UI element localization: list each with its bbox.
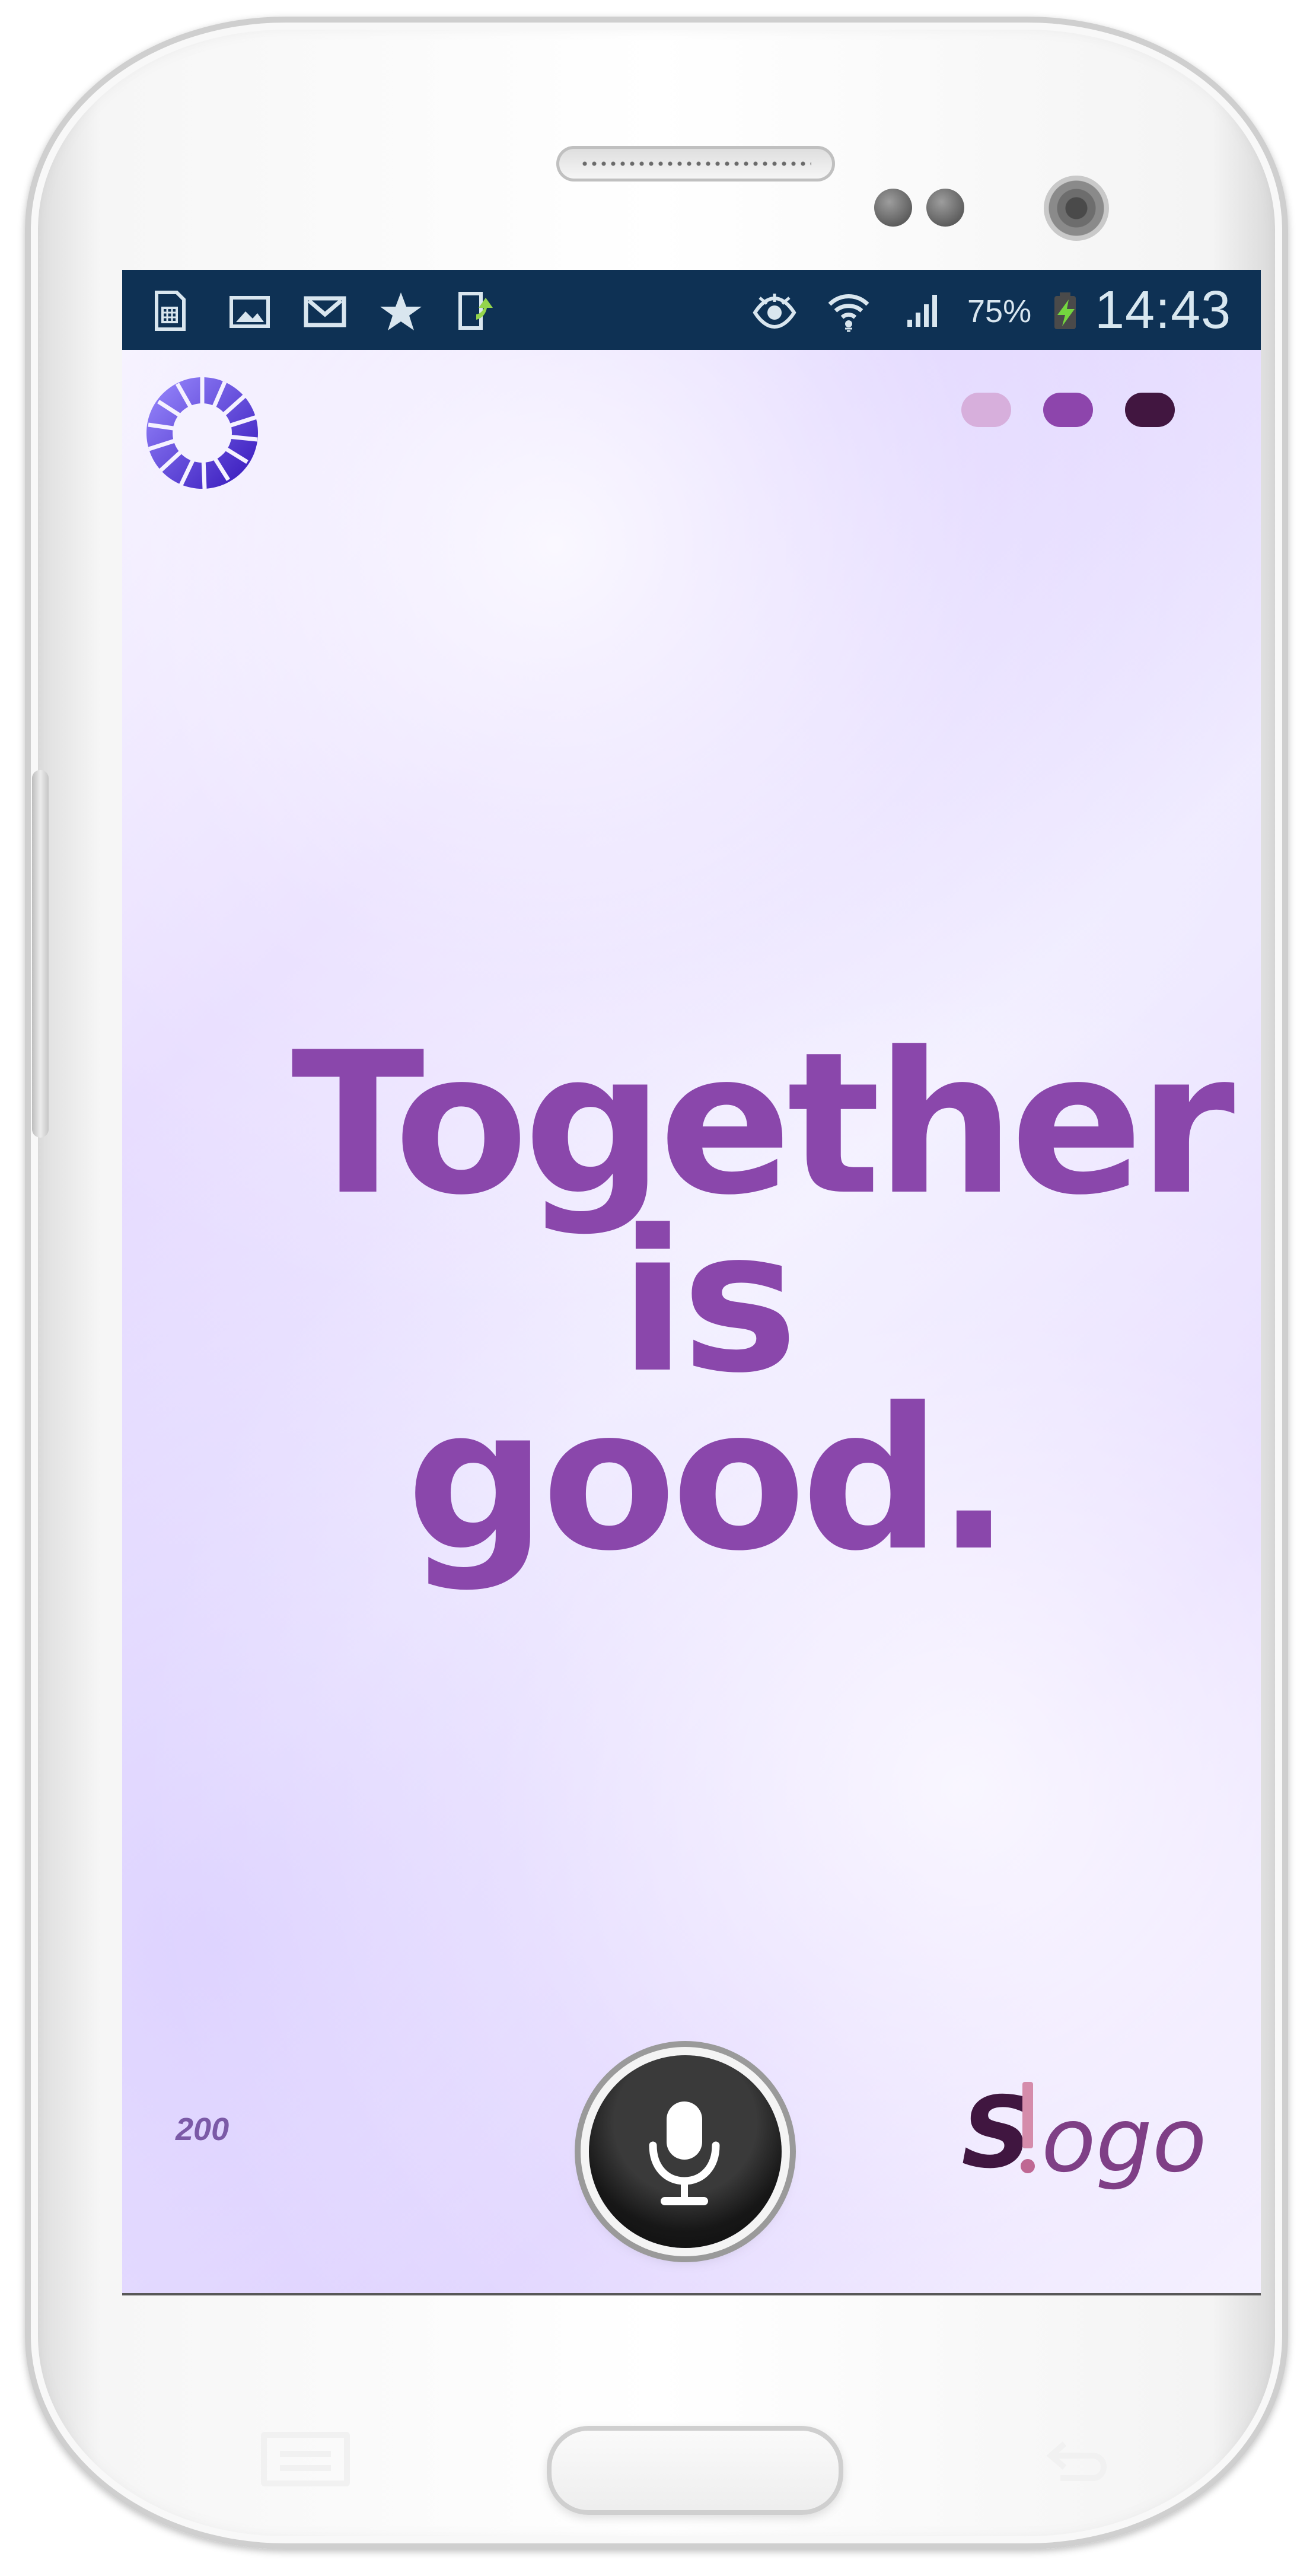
headline: Together is good. [291, 1010, 1235, 1594]
back-icon[interactable] [1044, 2438, 1109, 2485]
page-dot-dark[interactable] [1125, 393, 1175, 427]
page-indicator [961, 393, 1196, 429]
count-label: 200 [176, 2112, 230, 2147]
eye-icon [751, 288, 798, 335]
page-dot-medium[interactable] [1043, 393, 1093, 427]
wifi-icon [825, 288, 872, 335]
star-icon [377, 288, 425, 335]
hardware-navigation [25, 2295, 1288, 2549]
microphone-button[interactable] [589, 2055, 782, 2248]
page-dot-light[interactable] [961, 393, 1011, 427]
microphone-icon [649, 2101, 720, 2205]
brand-exclamation-icon [1018, 2082, 1038, 2177]
phone-frame: 75% 14:43 Together is good. 200 S ogo [25, 17, 1288, 2549]
status-time: 14:43 [1095, 281, 1232, 340]
home-button[interactable] [547, 2426, 843, 2515]
brand-exclamation-dot [1021, 2159, 1035, 2173]
speaker-grille [556, 146, 835, 182]
app-logo-icon[interactable] [140, 371, 264, 495]
phone-screen: 75% 14:43 Together is good. 200 S ogo [122, 270, 1261, 2295]
sim-card-icon [146, 288, 193, 335]
charging-icon [1041, 288, 1089, 335]
status-bar: 75% 14:43 [122, 270, 1261, 350]
side-button [32, 770, 49, 1138]
main-content: Together is good. 200 S ogo [122, 350, 1261, 2295]
image-icon [226, 288, 273, 335]
light-sensor [926, 189, 964, 227]
recent-apps-icon[interactable] [261, 2432, 350, 2486]
gmail-icon [301, 288, 349, 335]
upload-icon [451, 288, 499, 335]
proximity-sensor [874, 189, 912, 227]
signal-icon [900, 288, 948, 335]
brand-word-rest: ogo [1041, 2096, 1207, 2185]
speaker-holes [580, 160, 811, 167]
brand-logo: S ogo [961, 2070, 1207, 2206]
battery-percentage: 75% [967, 294, 1032, 329]
brand-ogo-text: ogo [1041, 2089, 1207, 2192]
brand-exclamation-bar [1022, 2082, 1033, 2148]
phone-screenshot: 75% 14:43 Together is good. 200 S ogo [0, 0, 1313, 2576]
front-camera [1044, 176, 1109, 241]
